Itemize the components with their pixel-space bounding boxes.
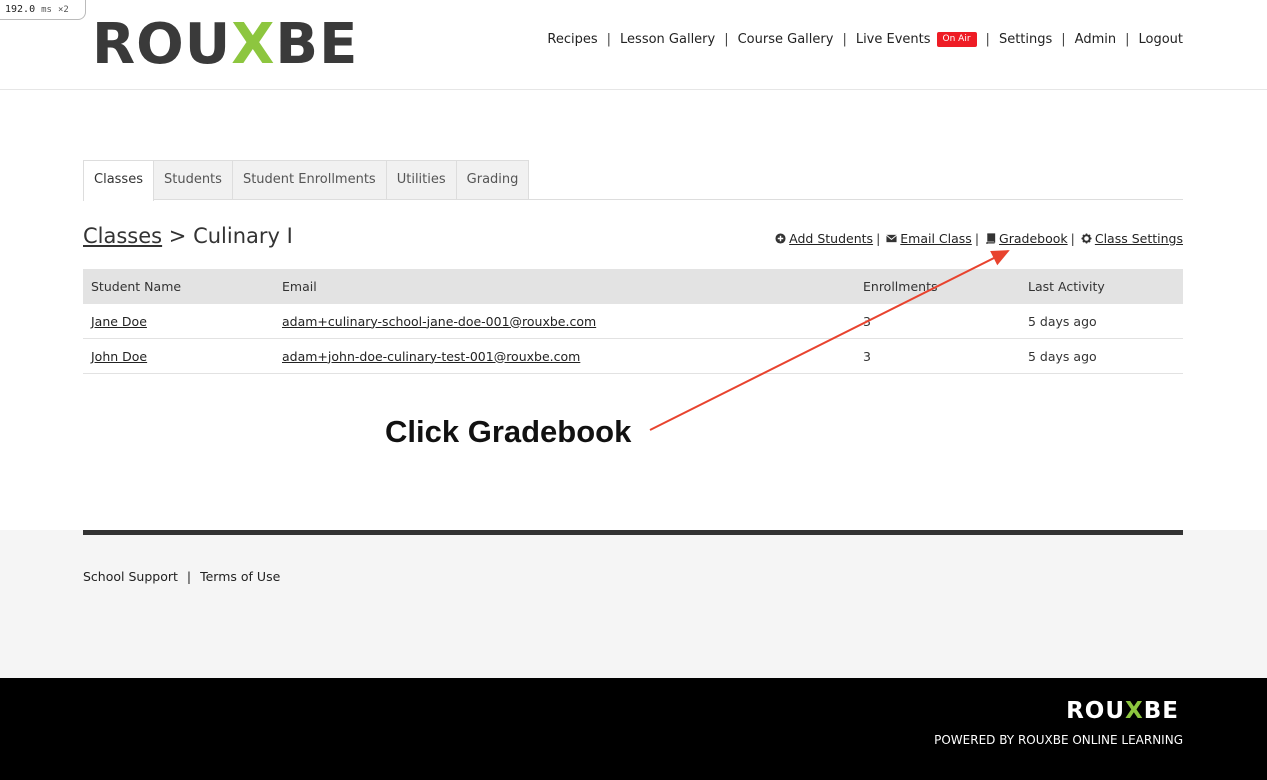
site-footer: School Support | Terms of Use xyxy=(0,530,1267,678)
footer-logo-pre: ROU xyxy=(1066,698,1126,724)
timer-multiplier: ×2 xyxy=(58,5,69,15)
powered-by-bar: ROUXBE POWERED BY ROUXBE ONLINE LEARNING xyxy=(0,678,1267,780)
footer-logo-post: BE xyxy=(1143,698,1179,724)
footer-divider xyxy=(83,530,1183,535)
footer-separator: | xyxy=(186,569,192,584)
annotation-text: Click Gradebook xyxy=(385,414,632,449)
timer-unit: ms xyxy=(41,5,52,15)
footer-links: School Support | Terms of Use xyxy=(83,569,280,584)
school-support-link[interactable]: School Support xyxy=(83,569,178,584)
footer-logo-x: X xyxy=(1125,698,1144,724)
rouxbe-footer-logo: ROUXBE xyxy=(1066,698,1179,724)
timer-value: 192.0 xyxy=(5,4,36,15)
powered-by-text: POWERED BY ROUXBE ONLINE LEARNING xyxy=(934,733,1183,747)
render-timer: 192.0 ms ×2 xyxy=(0,0,86,20)
terms-of-use-link[interactable]: Terms of Use xyxy=(200,569,280,584)
